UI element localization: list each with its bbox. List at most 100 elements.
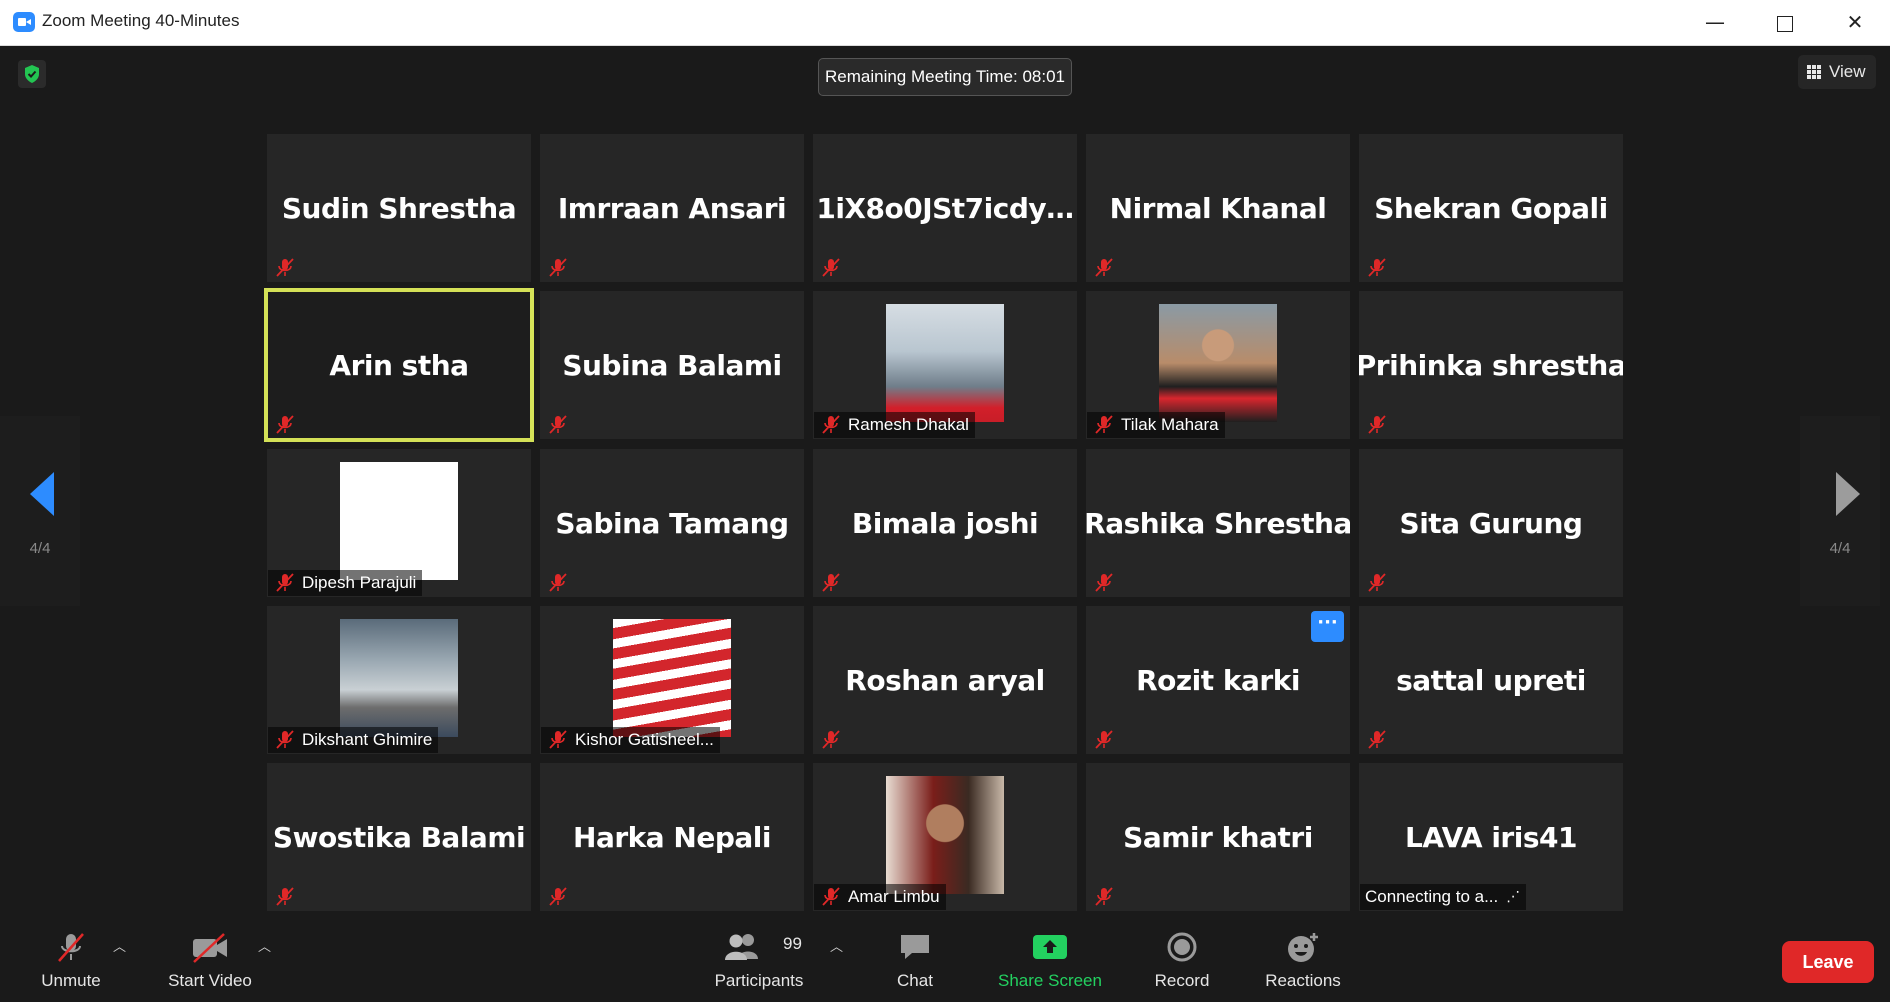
muted-mic-icon [547,572,569,594]
participant-tile[interactable]: Arin stha [264,288,534,442]
muted-microphone-icon [58,933,84,962]
reactions-icon [1288,933,1318,962]
participant-tile[interactable]: Imrraan Ansari [540,134,804,282]
security-shield-icon[interactable] [18,60,46,88]
participant-label-bar [541,884,575,910]
minimize-button[interactable]: — [1680,0,1750,45]
video-options-caret-icon[interactable]: ︿ [258,936,271,955]
record-icon [1167,932,1197,962]
muted-mic-icon [274,572,296,594]
muted-mic-icon [1366,729,1388,751]
close-button[interactable]: ✕ [1820,0,1890,45]
audio-options-caret-icon[interactable]: ︿ [113,936,126,955]
more-options-button[interactable]: ··· [1311,611,1344,642]
participant-label-bar [1087,727,1121,753]
unmute-label: Unmute [41,971,101,990]
participant-avatar [1159,304,1277,422]
participant-label-bar: Ramesh Dhakal [814,412,975,438]
participant-label-bar [1360,570,1394,596]
participant-tile[interactable]: Sita Gurung [1359,449,1623,597]
remaining-time-badge: Remaining Meeting Time: 08:01 [818,58,1072,96]
participant-label-bar: Kishor Gatisheel... [541,727,720,753]
start-video-button[interactable]: Start Video [160,921,260,1002]
participant-name: Roshan aryal [845,663,1045,697]
participant-name: Sudin Shrestha [281,191,517,225]
view-button[interactable]: View [1798,55,1876,89]
muted-mic-icon [547,257,569,279]
participant-tile[interactable]: Prihinka shrestha [1359,291,1623,439]
page-indicator-left: 4/4 [29,540,51,557]
participant-tile[interactable]: Sabina Tamang [540,449,804,597]
connection-status: Connecting to a... [1365,887,1499,906]
participant-tile[interactable]: Amar Limbu [813,763,1077,911]
muted-mic-icon [274,729,296,751]
next-page-button[interactable]: 4/4 [1800,416,1880,606]
record-button[interactable]: Record [1142,921,1222,1002]
maximize-button[interactable] [1750,0,1820,45]
participants-label: Participants [714,971,804,990]
participant-name: Nirmal Khanal [1109,191,1327,225]
participant-name: Tilak Mahara [1121,415,1219,434]
muted-mic-icon [274,257,296,279]
participant-name: sattal upreti [1396,663,1586,697]
participant-tile[interactable]: Bimala joshi [813,449,1077,597]
start-video-label: Start Video [168,971,252,990]
muted-mic-icon [547,414,569,436]
loading-spinner-icon: ⋰ [1506,889,1521,905]
participant-tile[interactable]: Tilak Mahara [1086,291,1350,439]
leave-button[interactable]: Leave [1782,941,1874,983]
participant-tile[interactable]: LAVA iris41 Connecting to a... ⋰ [1359,763,1623,911]
participant-label-bar: Connecting to a... ⋰ [1360,884,1527,910]
participant-tile[interactable]: Roshan aryal [813,606,1077,754]
record-label: Record [1154,971,1210,990]
share-screen-label: Share Screen [998,971,1102,990]
participant-tile[interactable]: Dipesh Parajuli [267,449,531,597]
muted-mic-icon [820,886,842,908]
reactions-button[interactable]: Reactions [1253,921,1353,1002]
participant-label-bar [1360,727,1394,753]
participant-tile[interactable]: Sudin Shrestha [267,134,531,282]
participant-tile[interactable]: Shekran Gopali [1359,134,1623,282]
chat-button[interactable]: Chat [880,921,950,1002]
muted-mic-icon [820,729,842,751]
participant-label-bar [1087,570,1121,596]
share-screen-icon [1033,935,1067,959]
participant-avatar [340,619,458,737]
muted-mic-icon [1093,257,1115,279]
muted-mic-icon [274,886,296,908]
participant-name: Sita Gurung [1399,506,1583,540]
participant-tile[interactable]: Nirmal Khanal [1086,134,1350,282]
participant-tile[interactable]: Rozit karki ··· [1086,606,1350,754]
participant-label-bar: Amar Limbu [814,884,946,910]
participant-name: Harka Nepali [573,820,771,854]
muted-mic-icon [1366,572,1388,594]
participant-tile[interactable]: Kishor Gatisheel... [540,606,804,754]
participant-label-bar [814,255,848,281]
participant-label-bar [541,412,575,438]
share-screen-button[interactable]: Share Screen [990,921,1110,1002]
unmute-button[interactable]: Unmute [30,921,112,1002]
participant-name: Swostika Balami [272,820,526,854]
participant-tile[interactable]: Samir khatri [1086,763,1350,911]
participant-tile[interactable]: 1iX8o0JSt7icdy… [813,134,1077,282]
participant-tile[interactable]: Swostika Balami [267,763,531,911]
muted-mic-icon [820,572,842,594]
participant-tile[interactable]: Harka Nepali [540,763,804,911]
participant-tile[interactable]: Ramesh Dhakal [813,291,1077,439]
participant-tile[interactable]: Subina Balami [540,291,804,439]
participants-options-caret-icon[interactable]: ︿ [830,936,843,955]
participants-count: 99 [783,934,802,953]
previous-page-button[interactable]: 4/4 [0,416,80,606]
participant-name: Ramesh Dhakal [848,415,969,434]
participant-tile[interactable]: Dikshant Ghimire [267,606,531,754]
muted-mic-icon [1366,257,1388,279]
view-label: View [1829,62,1866,81]
muted-mic-icon [1366,414,1388,436]
participant-tile[interactable]: sattal upreti [1359,606,1623,754]
window-titlebar: Zoom Meeting 40-Minutes — ✕ [0,0,1890,46]
participant-label-bar [268,884,302,910]
participant-tile[interactable]: Rashika Shrestha [1086,449,1350,597]
participant-label-bar [814,727,848,753]
muted-mic-icon [547,729,569,751]
video-off-icon [193,933,227,963]
